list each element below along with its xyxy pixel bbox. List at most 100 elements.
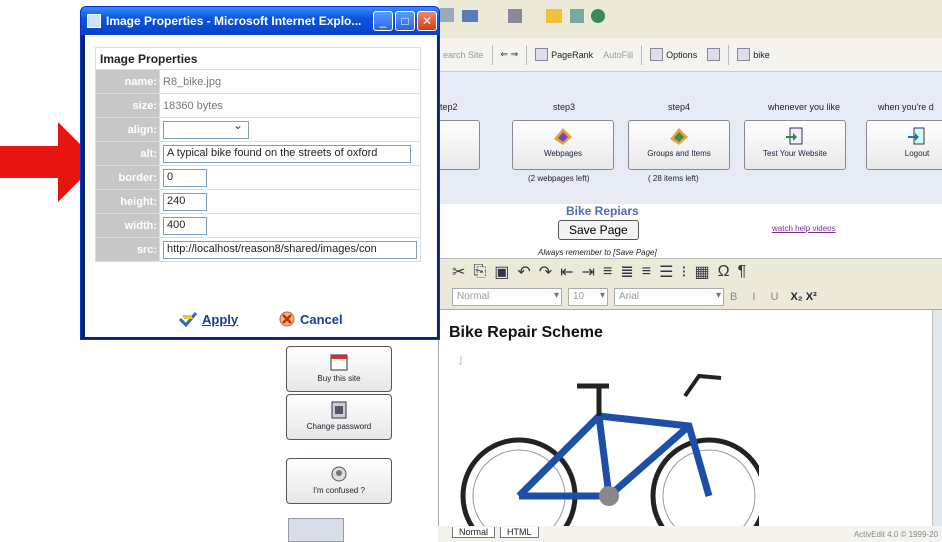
size-value: 18360 bytes xyxy=(159,93,421,118)
cut-icon[interactable]: ✂ xyxy=(452,262,465,282)
minimize-icon[interactable]: _ xyxy=(373,11,393,31)
tab-html[interactable]: HTML xyxy=(500,527,539,538)
dialog-body: Image Properties name: R8_bike.jpg size:… xyxy=(85,35,437,337)
help-videos-link[interactable]: watch help videos xyxy=(772,224,836,233)
justify-icon[interactable]: ☰ xyxy=(659,262,673,282)
highlight-button[interactable] xyxy=(707,48,721,61)
alt-label: alt: xyxy=(95,141,160,166)
dialog-actions: Apply Cancel xyxy=(85,309,437,333)
align-right-icon[interactable]: ≡ xyxy=(642,263,651,281)
image-icon[interactable]: ▦ xyxy=(695,262,710,282)
step-label: tep2 xyxy=(440,102,458,112)
redo-icon[interactable]: ↷ xyxy=(539,262,552,282)
webpages-note: (2 webpages left) xyxy=(528,174,590,183)
site-title: Bike Repiars xyxy=(566,204,639,218)
items-note: ( 28 items left) xyxy=(648,174,699,183)
logout-button[interactable]: Logout xyxy=(866,120,942,170)
pagerank-button[interactable]: PageRank xyxy=(535,48,593,61)
apply-icon xyxy=(179,312,197,327)
properties-table: Image Properties name: R8_bike.jpg size:… xyxy=(95,47,421,262)
size-label: size: xyxy=(95,93,160,118)
width-input[interactable]: 400 xyxy=(163,216,207,235)
apply-button[interactable]: Apply xyxy=(179,311,238,327)
step-label: step4 xyxy=(668,102,691,112)
close-icon[interactable]: ✕ xyxy=(417,11,437,31)
confused-button[interactable]: I'm confused ? xyxy=(286,458,392,504)
save-page-button[interactable]: Save Page xyxy=(558,220,639,240)
change-password-button[interactable]: Change password xyxy=(286,394,392,440)
mail-icon[interactable] xyxy=(440,8,454,22)
alt-input[interactable]: A typical bike found on the streets of o… xyxy=(163,144,411,163)
page-heading: Bike Repair Scheme xyxy=(449,324,603,341)
tab-normal[interactable]: Normal xyxy=(452,527,496,538)
password-icon xyxy=(331,401,347,419)
back-forward-icon[interactable]: ⇐ ⇒ xyxy=(501,49,519,60)
dialog-title: Image Properties - Microsoft Internet Ex… xyxy=(106,14,362,28)
align-center-icon[interactable]: ≣ xyxy=(620,262,633,282)
search-term-icon xyxy=(737,48,751,61)
research-icon[interactable] xyxy=(570,9,584,23)
copy-icon[interactable]: ⎘ xyxy=(473,263,486,281)
autofill-button[interactable]: AutoFill xyxy=(603,50,633,60)
properties-heading: Image Properties xyxy=(95,47,421,70)
window-icon xyxy=(87,14,101,28)
editor-toolbar: ✂ ⎘ ▣ ↶ ↷ ⇤ ⇥ ≡ ≣ ≡ ☰ ⁝ ▦ Ω ¶ xyxy=(438,258,942,284)
cancel-button[interactable]: Cancel xyxy=(279,311,343,327)
test-website-button[interactable]: Test Your Website xyxy=(744,120,846,170)
search-site-button[interactable]: earch Site xyxy=(443,50,484,60)
border-label: border: xyxy=(95,165,160,190)
messenger-icon[interactable] xyxy=(591,9,605,23)
align-left-icon[interactable]: ≡ xyxy=(603,263,612,281)
site-header: Bike Repiars Save Page watch help videos… xyxy=(438,204,942,257)
resize-handle[interactable] xyxy=(459,356,462,365)
src-label: src: xyxy=(95,237,160,262)
align-label: align: xyxy=(95,117,160,142)
font-size-select[interactable]: 10 xyxy=(568,287,608,306)
image-properties-dialog: Image Properties - Microsoft Internet Ex… xyxy=(80,6,440,340)
special-char-icon[interactable]: Ω xyxy=(718,263,730,281)
highlight-icon xyxy=(707,48,721,61)
calendar-icon xyxy=(330,354,348,371)
help-icon xyxy=(331,466,347,482)
outdent-icon[interactable]: ⇤ xyxy=(560,262,573,282)
bike-image[interactable] xyxy=(459,356,759,536)
name-value: R8_bike.jpg xyxy=(159,69,421,94)
cancel-icon xyxy=(279,311,295,327)
site-thumbnail[interactable] xyxy=(288,518,344,542)
options-button[interactable]: Options xyxy=(650,48,697,61)
steps-bar: tep2 tyle step3 Webpages (2 webpages lef… xyxy=(378,72,942,204)
height-label: height: xyxy=(95,189,160,214)
folder-icon[interactable] xyxy=(546,9,562,23)
undo-icon[interactable]: ↶ xyxy=(517,262,530,282)
editor-credit: ActivEdit 4.0 © 1999-20 xyxy=(853,530,938,539)
edit-icon[interactable] xyxy=(508,9,522,23)
list-icon[interactable]: ⁝ xyxy=(681,262,686,282)
src-input[interactable]: http://localhost/reason8/shared/images/c… xyxy=(163,240,417,259)
width-label: width: xyxy=(95,213,160,238)
indent-icon[interactable]: ⇥ xyxy=(582,262,595,282)
editor-tabs: Normal HTML ActivEdit 4.0 © 1999-20 xyxy=(438,526,942,542)
format-toolbar: Normal 10 Arial B I U X₂ X² xyxy=(438,284,942,310)
superscript-icon[interactable]: X₂ X² xyxy=(790,291,816,303)
print-icon[interactable] xyxy=(462,10,478,22)
style-select[interactable]: Normal xyxy=(452,287,562,306)
groups-step-button[interactable]: Groups and Items xyxy=(628,120,730,170)
bike-search-button[interactable]: bike xyxy=(737,48,770,61)
height-input[interactable]: 240 xyxy=(163,192,207,211)
font-select[interactable]: Arial xyxy=(614,287,724,306)
editor-canvas[interactable]: Bike Repair Scheme xyxy=(438,310,932,536)
pagerank-icon xyxy=(535,48,549,61)
maximize-icon[interactable]: □ xyxy=(395,11,415,31)
save-reminder: Always remember to [Save Page] xyxy=(538,248,657,257)
paste-icon[interactable]: ▣ xyxy=(494,262,509,282)
test-website-icon xyxy=(786,127,803,145)
groups-icon xyxy=(670,128,688,145)
border-input[interactable]: 0 xyxy=(163,168,207,187)
paragraph-icon[interactable]: ¶ xyxy=(738,263,747,281)
text-format-icons[interactable]: B I U xyxy=(730,291,784,303)
align-select[interactable] xyxy=(163,118,249,139)
webpages-step-button[interactable]: Webpages xyxy=(512,120,614,170)
options-icon xyxy=(650,48,664,61)
editor-scrollbar[interactable] xyxy=(932,310,942,526)
buy-site-button[interactable]: Buy this site xyxy=(286,346,392,392)
